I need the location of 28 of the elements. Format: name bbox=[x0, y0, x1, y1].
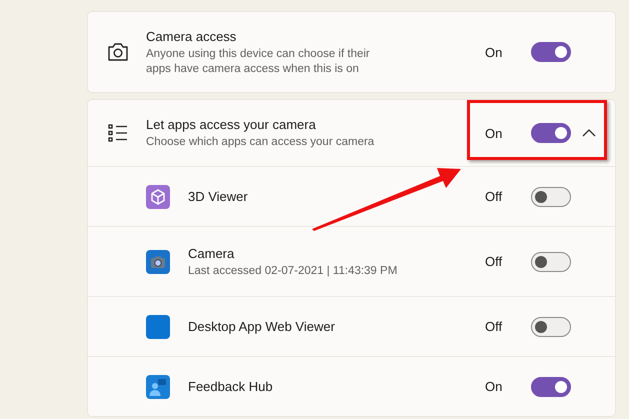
feedback-person-icon bbox=[146, 374, 170, 398]
toggle-state-label: On bbox=[485, 379, 504, 394]
cube-icon bbox=[146, 184, 170, 208]
app-name: 3D Viewer bbox=[188, 188, 249, 205]
list-icon bbox=[108, 124, 128, 142]
setting-title: Camera access bbox=[146, 28, 238, 44]
toggle-state-label: On bbox=[485, 44, 504, 60]
app-tile-icon bbox=[146, 314, 170, 338]
toggle-switch[interactable] bbox=[531, 123, 571, 143]
toggle-state-label: Off bbox=[485, 189, 504, 204]
toggle-state-label: Off bbox=[485, 319, 504, 334]
setting-title: Let apps access your camera bbox=[146, 116, 317, 133]
app-name: Desktop App Web Viewer bbox=[188, 318, 336, 335]
chevron-icon[interactable] bbox=[582, 129, 596, 137]
last-accessed-text: Last accessed 02-07-2021 | 11:43:39 PM bbox=[188, 264, 398, 278]
camera-icon bbox=[146, 250, 170, 274]
toggle-switch[interactable] bbox=[531, 42, 571, 62]
toggle-state-label: Off bbox=[485, 254, 504, 269]
toggle-switch[interactable] bbox=[531, 186, 571, 206]
setting-description: Anyone using this device can choose if their apps have camera access when this is on bbox=[146, 46, 371, 76]
app-name: Feedback Hub bbox=[188, 378, 274, 395]
camera-icon bbox=[107, 42, 129, 62]
toggle-switch[interactable] bbox=[531, 316, 571, 336]
toggle-switch[interactable] bbox=[531, 376, 571, 396]
toggle-state-label: On bbox=[485, 126, 504, 140]
setting-description: Choose which apps can access your camera bbox=[146, 135, 376, 150]
toggle-switch[interactable] bbox=[531, 252, 571, 272]
app-name: Camera bbox=[188, 244, 236, 262]
